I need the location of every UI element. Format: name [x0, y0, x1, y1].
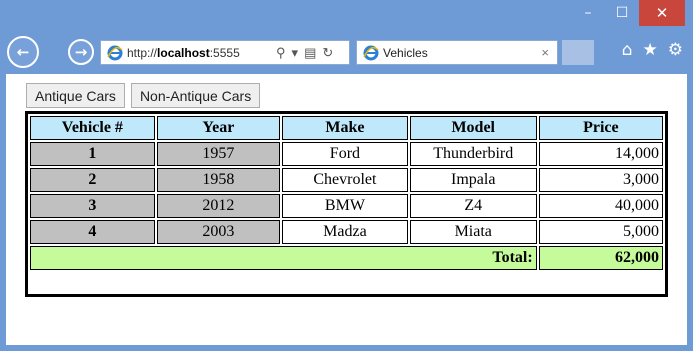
make-cell: Ford: [282, 142, 408, 166]
vehicle-number-cell: 4: [30, 220, 155, 244]
antique-cars-button[interactable]: Antique Cars: [26, 83, 125, 108]
ie-icon: [363, 45, 379, 60]
header-model: Model: [409, 116, 537, 140]
page-content: Antique Cars Non-Antique Cars Vehicle # …: [6, 74, 687, 345]
maximize-icon[interactable]: ☐: [605, 0, 639, 26]
year-cell: 2003: [156, 220, 281, 244]
table-row: 1 1957 Ford Thunderbird 14,000: [30, 142, 663, 166]
year-cell: 1957: [156, 142, 281, 166]
table-row: 4 2003 Madza Miata 5,000: [30, 220, 663, 244]
make-cell: BMW: [282, 194, 408, 218]
filter-buttons: Antique Cars Non-Antique Cars: [26, 83, 261, 108]
compat-icon[interactable]: ▤: [304, 45, 316, 61]
browser-window: – ☐ ✕ ← → http://localhost:5555 ⚲ ▾ ▤ ↻ …: [0, 0, 693, 351]
model-cell: Z4: [409, 194, 537, 218]
back-icon[interactable]: ←: [7, 36, 39, 68]
make-cell: Madza: [282, 220, 408, 244]
total-row: Total: 62,000: [30, 246, 663, 270]
tab-vehicles[interactable]: Vehicles ×: [356, 40, 558, 65]
year-cell: 1958: [156, 168, 281, 192]
new-tab-button[interactable]: [562, 40, 594, 65]
vehicle-number-cell: 1: [30, 142, 155, 166]
price-cell: 3,000: [538, 168, 663, 192]
home-icon[interactable]: ⌂: [622, 40, 633, 60]
total-value: 62,000: [538, 246, 663, 270]
right-tools: ⌂ ★ ⚙: [622, 40, 683, 60]
table-row: 2 1958 Chevrolet Impala 3,000: [30, 168, 663, 192]
url-prefix: http://: [127, 45, 158, 60]
model-cell: Impala: [409, 168, 537, 192]
make-cell: Chevrolet: [282, 168, 408, 192]
settings-icon[interactable]: ⚙: [668, 40, 683, 60]
vehicles-table-container: Vehicle # Year Make Model Price 1 1957 F…: [25, 111, 668, 297]
header-make: Make: [282, 116, 408, 140]
minimize-icon[interactable]: –: [571, 0, 605, 26]
header-price: Price: [538, 116, 663, 140]
favorites-icon[interactable]: ★: [643, 40, 658, 60]
refresh-icon[interactable]: ↻: [322, 45, 333, 61]
price-cell: 40,000: [538, 194, 663, 218]
model-cell: Miata: [409, 220, 537, 244]
model-cell: Thunderbird: [409, 142, 537, 166]
price-cell: 14,000: [538, 142, 663, 166]
dropdown-icon[interactable]: ▾: [292, 45, 299, 61]
url-host: localhost: [157, 45, 210, 60]
tab-close-icon[interactable]: ×: [541, 45, 549, 60]
ie-icon: [107, 45, 123, 60]
non-antique-cars-button[interactable]: Non-Antique Cars: [130, 83, 261, 108]
address-bar[interactable]: http://localhost:5555 ⚲ ▾ ▤ ↻: [100, 40, 350, 65]
header-year: Year: [156, 116, 281, 140]
tab-title: Vehicles: [383, 45, 428, 60]
address-tools: ⚲ ▾ ▤ ↻: [273, 45, 336, 61]
vehicle-number-cell: 3: [30, 194, 155, 218]
table-row: 3 2012 BMW Z4 40,000: [30, 194, 663, 218]
header-row: Vehicle # Year Make Model Price: [30, 116, 663, 140]
forward-icon[interactable]: →: [68, 39, 94, 65]
caption-buttons: – ☐ ✕: [571, 0, 685, 26]
price-cell: 5,000: [538, 220, 663, 244]
url-text: http://localhost:5555: [127, 46, 269, 60]
search-icon[interactable]: ⚲: [276, 45, 286, 61]
url-rest: :5555: [209, 45, 240, 60]
vehicles-table: Vehicle # Year Make Model Price 1 1957 F…: [28, 114, 665, 272]
close-icon[interactable]: ✕: [639, 0, 685, 26]
header-vehicle-number: Vehicle #: [30, 116, 155, 140]
total-label: Total:: [30, 246, 537, 270]
year-cell: 2012: [156, 194, 281, 218]
vehicle-number-cell: 2: [30, 168, 155, 192]
